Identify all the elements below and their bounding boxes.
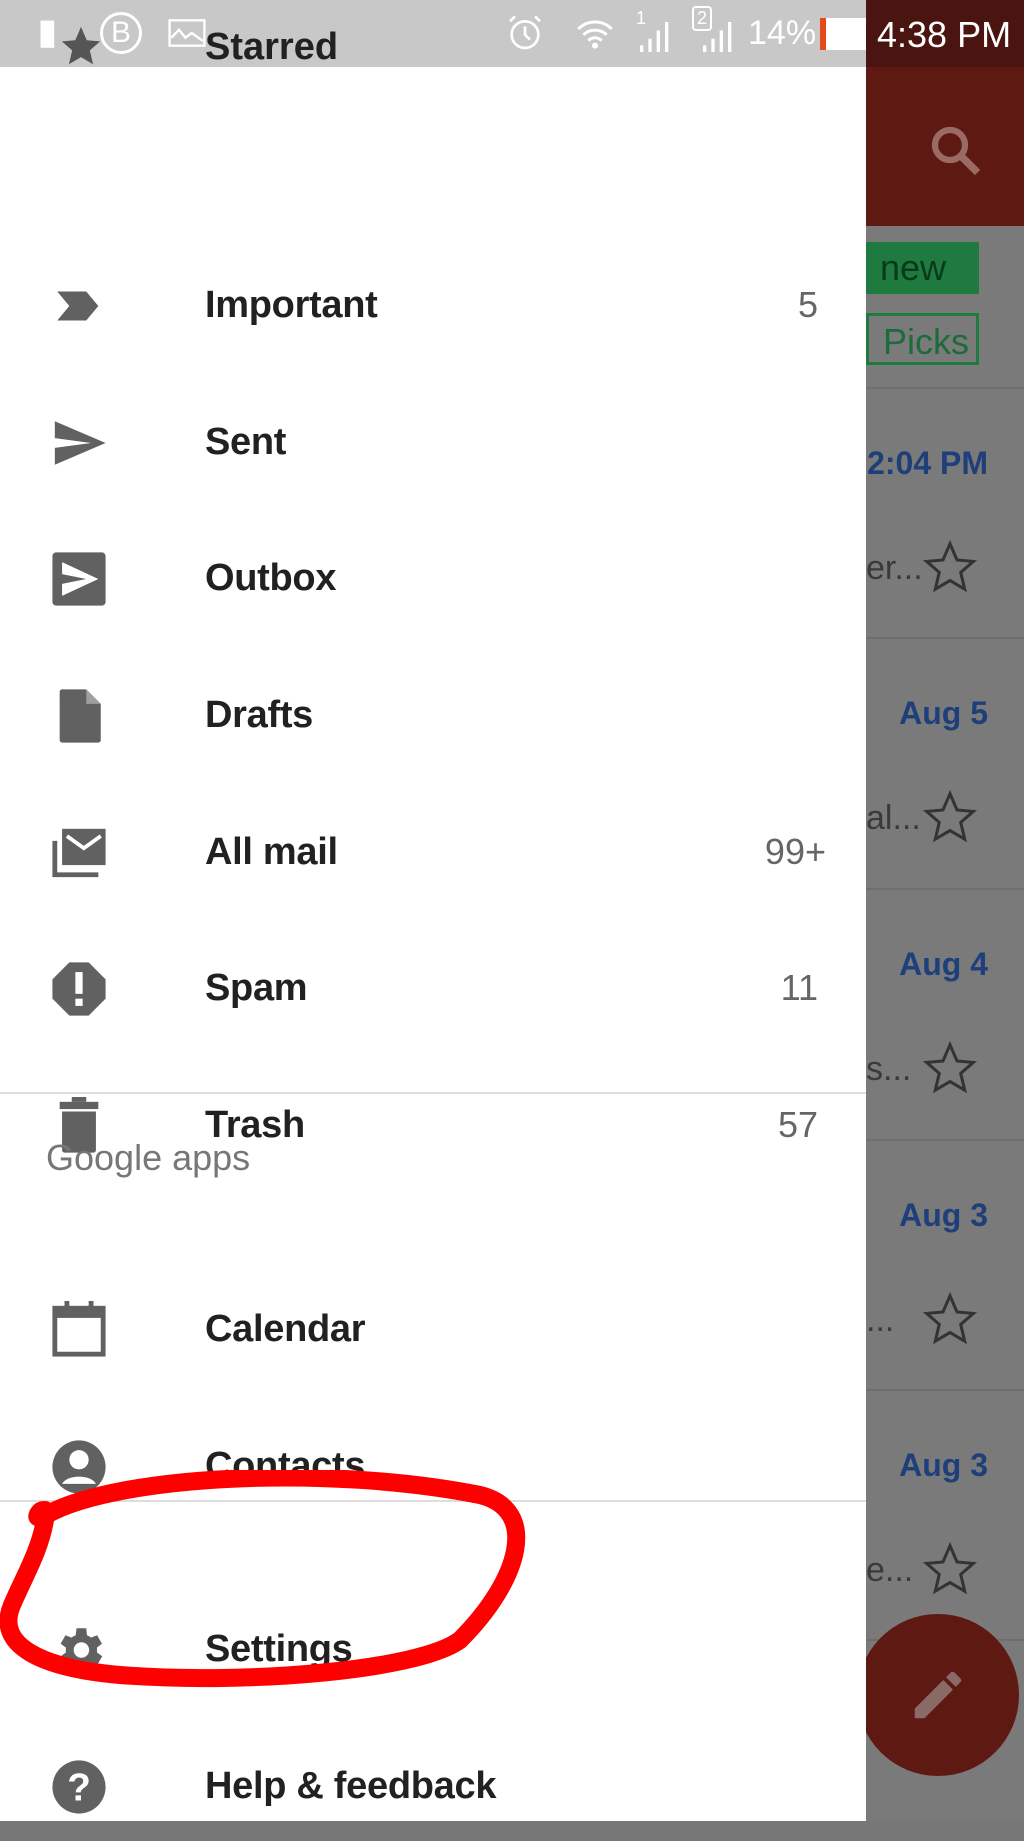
drawer-item-all-mail[interactable]: All mail 99+ [0,797,866,907]
email-date: Aug 3 [899,1197,988,1233]
drawer-item-label: Sent [205,421,287,463]
email-row: Aug 3 ... [866,1139,1024,1389]
svg-text:?: ? [67,1766,91,1809]
drawer-item-count: 99+ [764,831,826,872]
wifi-icon [577,20,613,49]
battery-icon [820,18,866,50]
draft-icon [59,689,101,743]
search-icon[interactable] [925,120,985,180]
outbox-icon [52,552,106,606]
email-snippet: e... [866,1551,914,1589]
send-icon [54,421,106,465]
compose-button[interactable] [857,1614,1019,1776]
gear-icon [60,1628,103,1672]
status-time: 4:38 PM [877,14,1012,55]
drawer-item-contacts[interactable]: Contacts [0,1411,866,1521]
navigation-drawer: Important 5 Sent Outbox Drafts All mail … [0,67,866,1821]
help-icon: ? [52,1760,106,1814]
pencil-icon [914,1671,962,1719]
battery-alert-icon: ▮ [38,13,57,51]
drawer-item-starred[interactable]: Starred [205,26,338,69]
drawer-item-help[interactable]: ? Help & feedback [0,1731,866,1841]
drawer-item-label: Outbox [205,557,337,599]
drawer-item-count: 57 [777,1104,818,1145]
drawer-item-spam[interactable]: Spam 11 [0,933,866,1043]
important-icon [57,291,99,321]
email-row: Aug 5 al... [866,637,1024,888]
drawer-item-drafts[interactable]: Drafts [0,660,866,770]
email-row: 2:04 PM er... [866,387,1024,637]
star-icon [61,26,101,65]
email-date: 2:04 PM [867,445,988,481]
drawer-item-label: Drafts [205,694,314,736]
divider [0,1500,866,1502]
drawer-item-important[interactable]: Important 5 [0,250,866,360]
alarm-icon [509,15,541,50]
email-snippet: al... [866,799,921,837]
star-icon [922,539,978,593]
drawer-item-label: Spam [205,967,308,1009]
email-date: Aug 4 [899,946,988,982]
drawer-item-sent[interactable]: Sent [0,387,866,497]
email-date: Aug 3 [899,1447,988,1483]
star-icon [922,1291,978,1345]
battery-percent: 14% [748,14,817,52]
picks-chip: Picks [866,313,979,365]
spam-icon [52,962,106,1016]
drawer-item-outbox[interactable]: Outbox [0,523,866,633]
drawer-item-settings[interactable]: Settings [0,1594,866,1704]
star-icon [922,789,978,843]
email-row: Aug 4 s... [866,888,1024,1139]
drawer-item-label: Settings [205,1628,353,1670]
gallery-icon [168,19,206,47]
drawer-item-label: Calendar [205,1308,366,1350]
email-snippet: er... [866,549,923,587]
star-icon [922,1541,978,1595]
email-row: Aug 3 e... [866,1389,1024,1639]
divider [0,1092,866,1094]
email-snippet: ... [866,1301,895,1339]
drawer-item-count: 11 [780,967,818,1008]
signal-icon [640,22,669,52]
signal-icon [703,22,732,52]
drawer-item-calendar[interactable]: Calendar [0,1274,866,1384]
drawer-item-label: Important [205,284,378,326]
star-icon [922,1040,978,1094]
email-date: Aug 5 [899,695,988,731]
new-chip: new [866,242,979,294]
section-title: Google apps [46,1137,251,1178]
calendar-icon [52,1301,106,1357]
drawer-item-label: Contacts [205,1445,366,1487]
drawer-item-label: Help & feedback [205,1765,497,1807]
drawer-item-label: All mail [205,831,338,873]
drawer-item-count: 5 [797,284,818,325]
bbm-icon: B [100,12,142,54]
email-snippet: s... [866,1050,912,1088]
all-mail-icon [52,828,106,878]
contacts-icon [52,1440,106,1494]
